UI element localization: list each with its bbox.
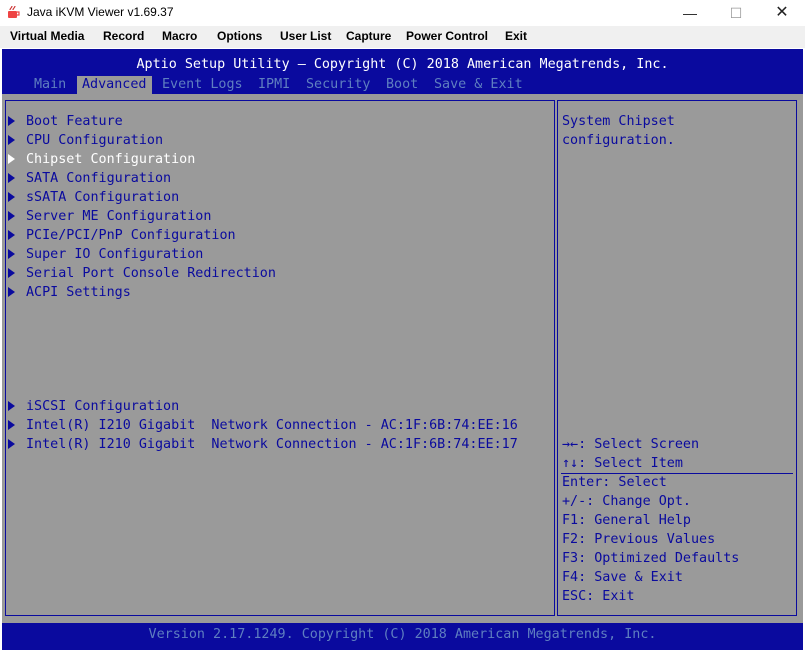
submenu-arrow-icon [8, 401, 15, 411]
menu-entry-server-me-configuration[interactable]: Server ME Configuration [8, 207, 211, 226]
key-save-exit: F4: Save & Exit [562, 570, 683, 585]
tab-security[interactable]: Security [301, 76, 376, 94]
key-change-opt: +/-: Change Opt. [562, 494, 691, 509]
window-titlebar: Java iKVM Viewer v1.69.37 — ☐ ✕ [0, 0, 805, 26]
menu-entry-chipset-configuration[interactable]: Chipset Configuration [8, 150, 195, 169]
bios-footer: Version 2.17.1249. Copyright (C) 2018 Am… [148, 627, 657, 642]
window-title: Java iKVM Viewer v1.69.37 [27, 5, 174, 19]
java-app-icon [8, 5, 20, 18]
submenu-arrow-icon [8, 116, 15, 126]
submenu-arrow-icon [8, 230, 15, 240]
bios-header: Aptio Setup Utility – Copyright (C) 2018… [136, 57, 669, 72]
submenu-arrow-icon [8, 211, 15, 221]
tab-boot[interactable]: Boot [381, 76, 423, 94]
menu-entry-super-io-configuration[interactable]: Super IO Configuration [8, 245, 203, 264]
submenu-arrow-icon [8, 135, 15, 145]
submenu-arrow-icon [8, 420, 15, 430]
menu-power-control[interactable]: Power Control [406, 29, 488, 43]
menu-entry-serial-port-console-redirection[interactable]: Serial Port Console Redirection [8, 264, 276, 283]
key-general-help: F1: General Help [562, 513, 691, 528]
menu-entry-iscsi-configuration[interactable]: iSCSI Configuration [8, 397, 179, 416]
submenu-arrow-icon [8, 192, 15, 202]
menu-capture[interactable]: Capture [346, 29, 391, 43]
menu-entry-sata-configuration[interactable]: SATA Configuration [8, 169, 171, 188]
submenu-arrow-icon [8, 287, 15, 297]
tab-event-logs[interactable]: Event Logs [157, 76, 248, 94]
menu-options[interactable]: Options [217, 29, 262, 43]
key-esc-exit: ESC: Exit [562, 589, 635, 604]
tab-save-exit[interactable]: Save & Exit [429, 76, 528, 94]
menu-macro[interactable]: Macro [162, 29, 197, 43]
menu-entry-boot-feature[interactable]: Boot Feature [8, 112, 123, 131]
submenu-arrow-icon [8, 439, 15, 449]
submenu-arrow-icon [8, 173, 15, 183]
bios-tabs: Main Advanced Event Logs IPMI Security B… [2, 76, 803, 95]
bios-screen[interactable]: Aptio Setup Utility – Copyright (C) 2018… [2, 49, 803, 650]
menubar: Virtual Media Record Macro Options User … [0, 26, 805, 48]
help-description: System Chipset configuration. [562, 114, 675, 148]
tab-advanced[interactable]: Advanced [77, 76, 152, 94]
maximize-button[interactable]: ☐ [713, 0, 759, 26]
close-button[interactable]: ✕ [759, 0, 805, 26]
menu-user-list[interactable]: User List [280, 29, 331, 43]
submenu-arrow-icon [8, 154, 15, 164]
key-optimized-defaults: F3: Optimized Defaults [562, 551, 740, 566]
menu-record[interactable]: Record [103, 29, 144, 43]
tab-ipmi[interactable]: IPMI [253, 76, 295, 94]
key-select-item: ↑↓: Select Item [562, 456, 683, 471]
key-enter-select: Enter: Select [562, 475, 667, 490]
key-legend: →←: Select Screen ↑↓: Select Item Enter:… [562, 435, 739, 606]
menu-entry-acpi-settings[interactable]: ACPI Settings [8, 283, 131, 302]
bios-body: Boot Feature CPU Configuration Chipset C… [2, 94, 803, 623]
key-previous-values: F2: Previous Values [562, 532, 716, 547]
key-select-screen: →←: Select Screen [562, 437, 700, 452]
submenu-arrow-icon [8, 268, 15, 278]
submenu-arrow-icon [8, 249, 15, 259]
menu-entry-pcie-pci-pnp-configuration[interactable]: PCIe/PCI/PnP Configuration [8, 226, 236, 245]
tab-main[interactable]: Main [29, 76, 71, 94]
menu-entry-nic-2[interactable]: Intel(R) I210 Gigabit Network Connection… [8, 435, 518, 454]
menu-exit[interactable]: Exit [505, 29, 527, 43]
menu-entry-nic-1[interactable]: Intel(R) I210 Gigabit Network Connection… [8, 416, 518, 435]
menu-virtual-media[interactable]: Virtual Media [10, 29, 84, 43]
menu-entry-ssata-configuration[interactable]: sSATA Configuration [8, 188, 179, 207]
menu-entry-cpu-configuration[interactable]: CPU Configuration [8, 131, 163, 150]
minimize-button[interactable]: — [667, 0, 713, 26]
